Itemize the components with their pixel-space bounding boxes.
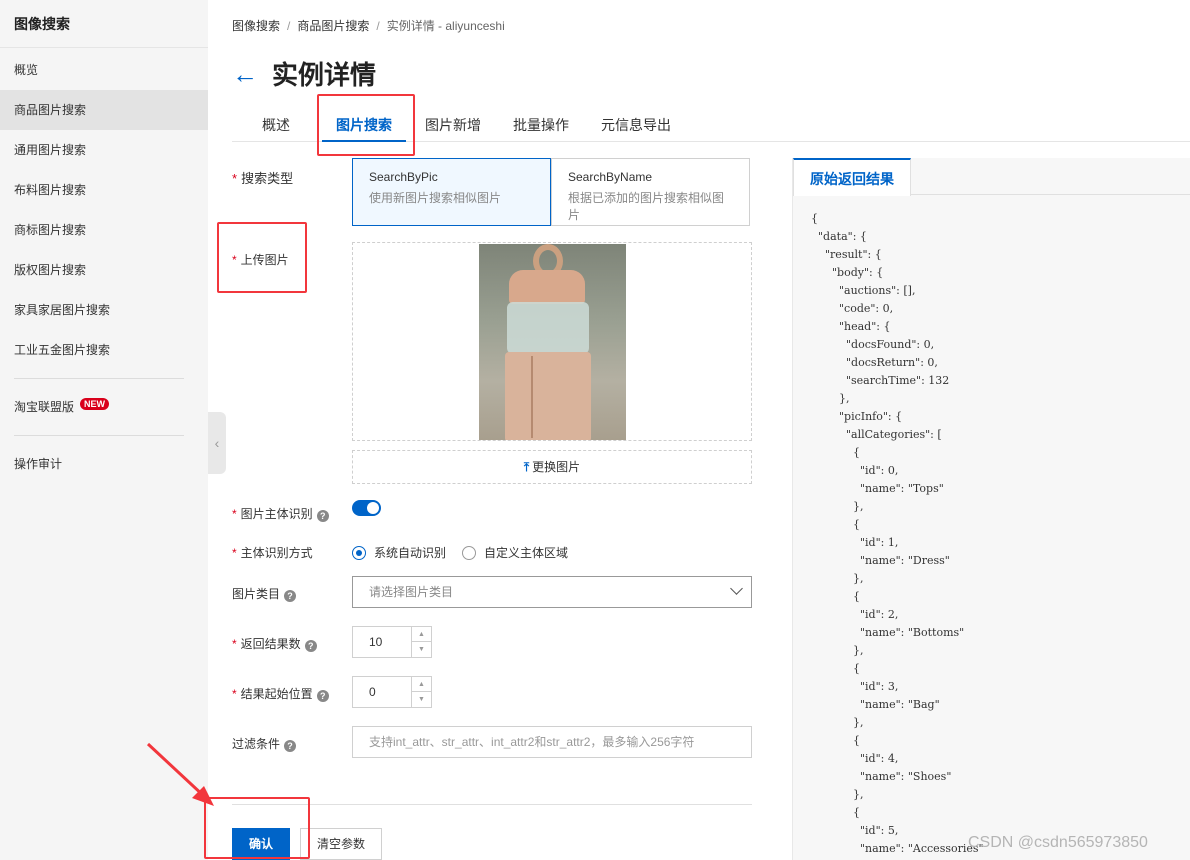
tab-image-search[interactable]: 图片搜索 xyxy=(322,108,406,142)
sidebar: 图像搜索 概览 商品图片搜索 通用图片搜索 布料图片搜索 商标图片搜索 版权图片… xyxy=(0,0,208,860)
sidebar-item-product-search[interactable]: 商品图片搜索 xyxy=(0,90,208,130)
result-count-label: * 返回结果数? xyxy=(232,635,317,652)
radio-auto-recognition-label[interactable]: 系统自动识别 xyxy=(374,546,446,561)
sidebar-item-logo-search[interactable]: 商标图片搜索 xyxy=(0,210,208,250)
sidebar-item-copyright-search[interactable]: 版权图片搜索 xyxy=(0,250,208,290)
result-panel: 原始返回结果 { "data": { "result": { "body": {… xyxy=(792,158,1190,860)
tab-raw-result[interactable]: 原始返回结果 xyxy=(793,158,911,196)
recognition-mode-label: * 主体识别方式 xyxy=(232,546,313,560)
raw-result-json: { "data": { "result": { "body": { "aucti… xyxy=(811,212,984,855)
uploaded-image-preview xyxy=(479,244,626,440)
form-footer-divider xyxy=(232,804,752,805)
watermark: CSDN @csdn565973850 xyxy=(968,834,1148,851)
help-icon[interactable]: ? xyxy=(284,740,297,752)
tab-batch-ops[interactable]: 批量操作 xyxy=(506,108,576,142)
sidebar-title: 图像搜索 xyxy=(0,0,208,48)
category-select[interactable]: 请选择图片类目 xyxy=(352,576,752,608)
search-by-name-card[interactable]: SearchByName 根据已添加的图片搜索相似图片 xyxy=(551,158,750,226)
clear-params-button[interactable]: 清空参数 xyxy=(300,828,382,860)
search-by-pic-card[interactable]: SearchByPic 使用新图片搜索相似图片 xyxy=(352,158,551,226)
help-icon[interactable]: ? xyxy=(304,640,317,652)
subject-recognition-label: * 图片主体识别? xyxy=(232,505,329,522)
upload-label: * 上传图片 xyxy=(232,253,289,267)
filter-input[interactable]: 支持int_attr、str_attr、int_attr2和str_attr2，… xyxy=(352,726,752,758)
sidebar-divider xyxy=(14,435,184,436)
category-label: 图片类目? xyxy=(232,585,297,602)
start-position-label: * 结果起始位置? xyxy=(232,685,329,702)
start-position-stepper[interactable]: 0 ▲ ▼ xyxy=(352,676,432,708)
search-by-name-desc: 根据已添加的图片搜索相似图片 xyxy=(568,191,725,222)
filter-label: 过滤条件? xyxy=(232,735,297,752)
new-badge: NEW xyxy=(80,398,110,410)
chevron-down-icon xyxy=(730,582,743,595)
back-arrow-icon[interactable]: ← xyxy=(232,61,258,87)
tab-overview[interactable]: 概述 xyxy=(252,108,300,142)
change-image-button[interactable]: ⤒ 更换图片 xyxy=(352,450,752,484)
radio-custom-region[interactable] xyxy=(462,546,476,560)
search-type-label: * 搜索类型 xyxy=(232,171,294,186)
radio-custom-region-label[interactable]: 自定义主体区域 xyxy=(484,546,568,561)
sidebar-item-audit[interactable]: 操作审计 xyxy=(0,444,208,484)
sidebar-divider xyxy=(14,378,184,379)
start-position-value: 0 xyxy=(369,685,376,699)
breadcrumb-current: 实例详情 - aliyunceshi xyxy=(386,19,505,33)
sidebar-item-furniture-search[interactable]: 家具家居图片搜索 xyxy=(0,290,208,330)
stepper-down-icon[interactable]: ▼ xyxy=(412,642,431,657)
page-title: 实例详情 xyxy=(272,60,377,90)
tab-meta-export[interactable]: 元信息导出 xyxy=(594,108,678,142)
annotation-arrow-icon xyxy=(146,742,214,806)
search-by-name-title: SearchByName xyxy=(568,170,653,184)
breadcrumb-item[interactable]: 图像搜索 xyxy=(232,19,280,33)
sidebar-item-taobao[interactable]: 淘宝联盟版 NEW xyxy=(0,387,208,427)
breadcrumb-item[interactable]: 商品图片搜索 xyxy=(297,19,369,33)
tab-image-add[interactable]: 图片新增 xyxy=(418,108,488,142)
help-icon[interactable]: ? xyxy=(316,690,329,702)
sidebar-item-taobao-label: 淘宝联盟版 xyxy=(14,400,75,414)
tab-bar: 概述 图片搜索 图片新增 批量操作 元信息导出 xyxy=(232,108,1190,142)
sidebar-item-fabric-search[interactable]: 布料图片搜索 xyxy=(0,170,208,210)
result-count-stepper[interactable]: 10 ▲ ▼ xyxy=(352,626,432,658)
breadcrumb-separator: / xyxy=(376,19,380,33)
stepper-down-icon[interactable]: ▼ xyxy=(412,692,431,707)
search-by-pic-desc: 使用新图片搜索相似图片 xyxy=(369,191,502,205)
help-icon[interactable]: ? xyxy=(284,590,297,602)
breadcrumb: 图像搜索 / 商品图片搜索 / 实例详情 - aliyunceshi xyxy=(232,17,505,34)
category-select-placeholder: 请选择图片类目 xyxy=(369,585,454,599)
help-icon[interactable]: ? xyxy=(316,510,329,522)
stepper-up-icon[interactable]: ▲ xyxy=(412,677,431,692)
sidebar-item-hardware-search[interactable]: 工业五金图片搜索 xyxy=(0,330,208,370)
stepper-up-icon[interactable]: ▲ xyxy=(412,627,431,642)
sidebar-item-overview[interactable]: 概览 xyxy=(0,50,208,90)
confirm-button[interactable]: 确认 xyxy=(232,828,290,860)
breadcrumb-separator: / xyxy=(287,19,291,33)
result-count-value: 10 xyxy=(369,635,383,649)
subject-recognition-switch[interactable] xyxy=(352,500,381,516)
sidebar-item-general-search[interactable]: 通用图片搜索 xyxy=(0,130,208,170)
radio-auto-recognition[interactable] xyxy=(352,546,366,560)
page-title-row: ← 实例详情 xyxy=(232,55,376,92)
sidebar-collapse-icon[interactable]: ‹ xyxy=(208,412,226,474)
upload-icon: ⤒ xyxy=(523,460,530,474)
search-by-pic-title: SearchByPic xyxy=(369,170,438,184)
change-image-label: 更换图片 xyxy=(532,460,581,474)
